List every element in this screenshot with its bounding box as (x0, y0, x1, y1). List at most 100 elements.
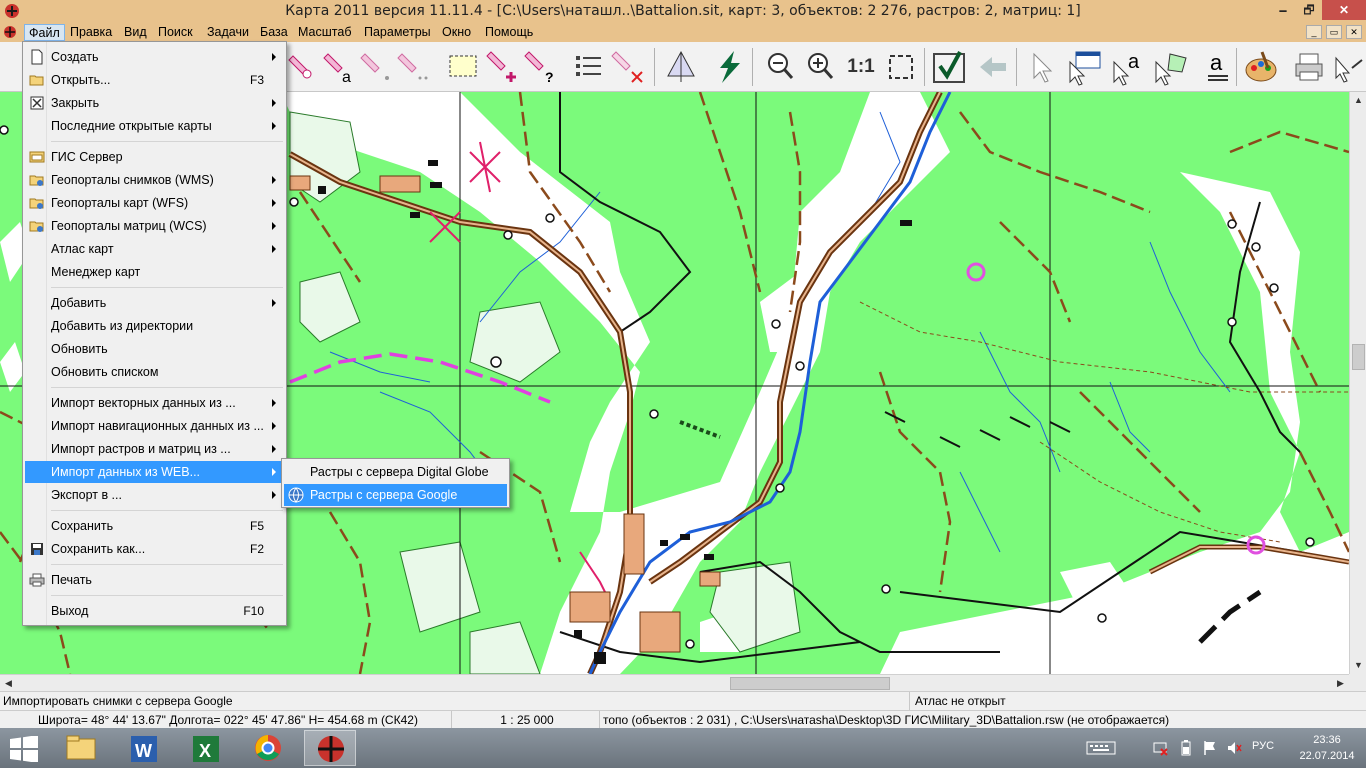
file-menu-item[interactable]: Обновить (25, 338, 284, 360)
import-web-submenu-item-label: Растры с сервера Google (310, 488, 458, 502)
menu-scale[interactable]: Масштаб (294, 24, 355, 41)
select-multi-icon[interactable] (396, 48, 434, 86)
file-menu-item[interactable]: Добавить из директории (25, 315, 284, 337)
file-menu-item[interactable]: Импорт векторных данных из ... (25, 392, 284, 414)
taskbar-excel[interactable]: X (180, 730, 232, 766)
file-menu-item[interactable]: Геопорталы матриц (WCS) (25, 215, 284, 237)
printer-icon[interactable] (1290, 48, 1328, 86)
doc-icon[interactable] (3, 25, 17, 39)
file-menu-item-label: Закрыть (51, 96, 100, 110)
flag-icon[interactable] (1202, 740, 1218, 756)
doc-close-button[interactable]: ✕ (1346, 25, 1362, 39)
keyboard-icon[interactable] (1086, 740, 1116, 756)
palette-icon[interactable] (1242, 48, 1280, 86)
scroll-corner (1349, 674, 1366, 691)
taskbar-explorer[interactable] (55, 730, 107, 766)
language-indicator[interactable]: РУС (1252, 740, 1274, 752)
clock[interactable]: 23:36 22.07.2014 (1296, 732, 1358, 764)
file-menu-item[interactable]: Геопорталы снимков (WMS) (25, 169, 284, 191)
clock-time: 23:36 (1313, 734, 1341, 746)
file-menu-item[interactable]: Обновить списком (25, 361, 284, 383)
scroll-down-button[interactable]: ▼ (1350, 657, 1366, 674)
polygon-cursor-icon[interactable] (1152, 48, 1190, 86)
file-menu-item[interactable]: Закрыть (25, 92, 284, 114)
add-select-icon[interactable] (485, 48, 523, 86)
scale-1-1-icon[interactable]: 1:1 (842, 48, 880, 86)
lightning-icon[interactable] (710, 48, 748, 86)
horizontal-scroll-thumb[interactable] (730, 677, 890, 690)
clear-select-icon[interactable] (610, 48, 648, 86)
file-menu-item[interactable]: Менеджер карт (25, 261, 284, 283)
menu-window[interactable]: Окно (438, 24, 475, 41)
file-menu-item[interactable]: Открыть... F3 (25, 69, 284, 91)
select-text-icon[interactable]: a (322, 48, 360, 86)
import-web-submenu-item[interactable]: Растры с сервера Digital Globe (284, 461, 507, 483)
volume-icon[interactable] (1226, 740, 1242, 756)
file-menu-item[interactable]: Последние открытые карты (25, 115, 284, 137)
globe-icon (288, 487, 304, 503)
windows-start-icon[interactable] (10, 736, 38, 762)
forward-arrow-icon[interactable] (1330, 48, 1366, 86)
maximize-button[interactable]: 🗗 (1296, 0, 1322, 20)
file-menu-item[interactable]: Экспорт в ... (25, 484, 284, 506)
minimize-button[interactable]: 🗕 (1270, 0, 1296, 20)
menu-database[interactable]: База (256, 24, 292, 41)
network-icon[interactable] (1152, 740, 1168, 756)
file-menu-item[interactable]: ГИС Сервер (25, 146, 284, 168)
scroll-left-button[interactable]: ◀ (0, 675, 17, 692)
scroll-right-button[interactable]: ▶ (1332, 675, 1349, 692)
file-menu-item[interactable]: Импорт навигационных данных из ... (25, 415, 284, 437)
text-edit-icon[interactable]: a (1194, 48, 1232, 86)
zoom-out-icon[interactable] (760, 48, 798, 86)
fit-frame-icon[interactable] (882, 48, 920, 86)
menu-search[interactable]: Поиск (154, 24, 197, 41)
menu-edit[interactable]: Правка (66, 24, 116, 41)
check-icon[interactable] (930, 48, 968, 86)
table-cursor-icon[interactable] (1066, 48, 1104, 86)
close-button[interactable]: ✕ (1322, 0, 1366, 20)
title-bar: Карта 2011 версия 11.11.4 - [C:\Users\на… (0, 0, 1366, 22)
taskbar-chrome[interactable] (242, 730, 294, 766)
file-menu-item[interactable]: Выход F10 (25, 600, 284, 622)
file-menu-item[interactable]: Импорт растров и матриц из ... (25, 438, 284, 460)
file-menu-item[interactable]: Импорт данных из WEB... (25, 461, 284, 483)
file-menu-item-label: Открыть... (51, 73, 111, 87)
doc-minimize-button[interactable]: _ (1306, 25, 1322, 39)
file-menu-item[interactable]: Геопорталы карт (WFS) (25, 192, 284, 214)
pointer-icon[interactable] (1022, 48, 1060, 86)
submenu-arrow-icon (272, 99, 276, 107)
menu-separator (51, 287, 283, 288)
taskbar-map2011[interactable] (304, 730, 356, 766)
zoom-in-icon[interactable] (800, 48, 838, 86)
scroll-up-button[interactable]: ▲ (1350, 92, 1366, 109)
vertical-scroll-thumb[interactable] (1352, 344, 1365, 370)
file-menu-item[interactable]: Атлас карт (25, 238, 284, 260)
file-menu-item-label: Импорт растров и матриц из ... (51, 442, 231, 456)
file-menu-item-label: Добавить (51, 296, 107, 310)
taskbar-word[interactable]: W (118, 730, 170, 766)
vertical-scrollbar[interactable]: ▲ ▼ (1349, 92, 1366, 674)
menu-tasks[interactable]: Задачи (203, 24, 253, 41)
horizontal-scrollbar[interactable]: ◀ ▶ (0, 674, 1349, 691)
menu-help[interactable]: Помощь (481, 24, 537, 41)
menu-view[interactable]: Вид (120, 24, 151, 41)
import-web-submenu-item[interactable]: Растры с сервера Google (284, 484, 507, 506)
3d-view-icon[interactable] (662, 48, 700, 86)
select-frame-icon[interactable] (445, 48, 483, 86)
file-menu-item[interactable]: Сохранить F5 (25, 515, 284, 537)
back-arrow-icon[interactable] (974, 48, 1012, 86)
file-menu-item[interactable]: Сохранить как... F2 (25, 538, 284, 560)
text-cursor-icon[interactable]: a (1110, 48, 1148, 86)
menu-file[interactable]: Файл (24, 24, 65, 41)
query-select-icon[interactable]: ? (523, 48, 561, 86)
file-menu-item[interactable]: Добавить (25, 292, 284, 314)
battery-icon[interactable] (1178, 740, 1194, 756)
select-object-icon[interactable] (285, 48, 323, 86)
file-menu-item[interactable]: Создать (25, 46, 284, 68)
file-menu-item[interactable]: Печать (25, 569, 284, 591)
doc-restore-button[interactable]: ▭ (1326, 25, 1342, 39)
menu-parameters[interactable]: Параметры (360, 24, 435, 41)
file-menu-dropdown: Создать Открыть... F3 Закрыть Последние откр… (22, 41, 287, 626)
list-icon[interactable] (570, 48, 608, 86)
select-partial-icon[interactable] (359, 48, 397, 86)
